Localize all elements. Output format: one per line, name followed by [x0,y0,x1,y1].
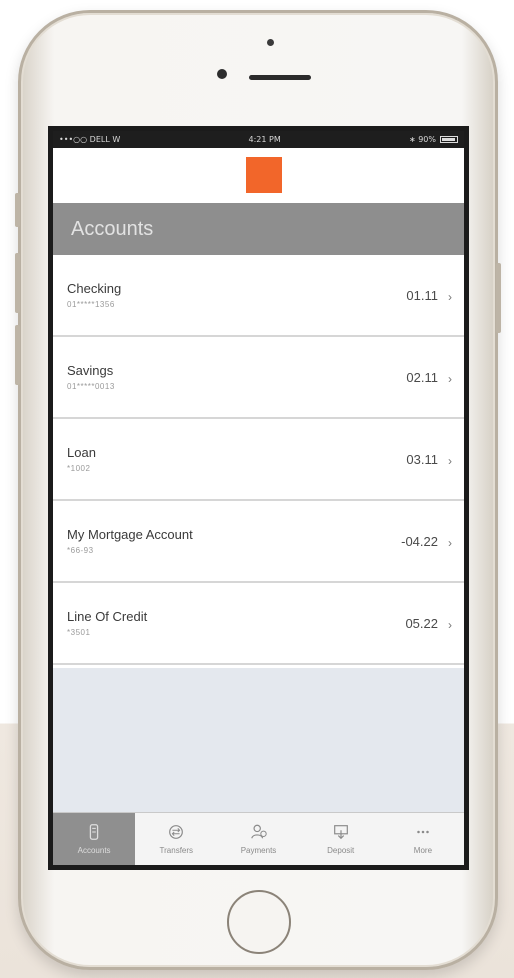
chevron-right-icon: › [448,618,452,632]
battery-icon [439,136,458,143]
accounts-list: Checking 01*****1356 01.11 › Savings 01*… [53,255,464,665]
app-screen: •••○○ DELL W 4:21 PM ∗ 90% Accounts Chec… [53,131,464,865]
account-row-line-of-credit[interactable]: Line Of Credit *3501 05.22 › [53,583,464,665]
account-name: Checking [67,281,122,296]
account-balance: -04.22 [401,533,438,549]
accounts-icon [85,823,103,843]
status-right: ∗ 90% [409,135,458,144]
tab-deposit[interactable]: Deposit [300,813,382,865]
tab-label: Deposit [327,846,355,855]
tab-payments[interactable]: Payments [217,813,299,865]
account-number: 01*****1356 [67,300,115,309]
account-row-savings[interactable]: Savings 01*****0013 02.11 › [53,337,464,419]
account-balance-group: 01.11 › [406,286,452,305]
empty-list-area [53,668,464,813]
chevron-right-icon: › [448,372,452,386]
account-balance: 01.11 [406,287,438,303]
status-time: 4:21 PM [248,135,281,144]
tab-bar: Accounts Transfers Payments Deposit More [53,812,464,865]
transfers-icon [167,823,185,843]
account-number: *1002 [67,464,91,473]
logo-bar [53,148,464,203]
earpiece-speaker [249,75,311,80]
account-balance-group: 03.11 › [406,450,452,469]
payments-icon [250,823,268,843]
account-info: Line Of Credit *3501 [67,609,147,637]
tab-label: More [413,846,433,855]
account-info: Savings 01*****0013 [67,363,115,391]
chevron-right-icon: › [448,290,452,304]
account-row-mortgage[interactable]: My Mortgage Account *66-93 -04.22 › [53,501,464,583]
power-button [496,263,501,333]
tab-more[interactable]: More [382,813,464,865]
carrier-signal: •••○○ DELL W [59,135,121,144]
account-info: My Mortgage Account *66-93 [67,527,193,555]
account-info: Loan *1002 [67,445,96,473]
account-number: *66-93 [67,546,94,555]
account-name: Savings [67,363,114,378]
account-balance: 03.11 [406,451,438,467]
tab-transfers[interactable]: Transfers [135,813,217,865]
account-row-checking[interactable]: Checking 01*****1356 01.11 › [53,255,464,337]
chevron-right-icon: › [448,454,452,468]
account-balance: 05.22 [405,615,438,631]
battery-fill [441,138,455,141]
chevron-right-icon: › [448,536,452,550]
account-name: Loan [67,445,96,460]
more-icon [414,823,432,843]
battery-percent: ∗ 90% [408,135,436,144]
proximity-sensor [267,39,274,46]
phone-screen: •••○○ DELL W 4:21 PM ∗ 90% Accounts Chec… [48,126,469,870]
phone-frame: •••○○ DELL W 4:21 PM ∗ 90% Accounts Chec… [15,10,501,970]
account-balance-group: 02.11 › [406,368,452,387]
account-name: Line Of Credit [67,609,148,624]
status-bar: •••○○ DELL W 4:21 PM ∗ 90% [53,131,464,148]
deposit-icon [332,823,350,843]
account-info: Checking 01*****1356 [67,281,121,309]
front-camera [217,69,227,79]
account-balance-group: -04.22 › [401,532,452,551]
tab-accounts[interactable]: Accounts [53,813,136,865]
status-left: •••○○ DELL W [59,135,120,144]
tab-label: Transfers [159,846,194,855]
tab-label: Accounts [77,846,111,855]
home-button[interactable] [227,890,291,954]
page-title: Accounts [53,203,464,255]
account-name: My Mortgage Account [67,527,193,542]
account-balance: 02.11 [406,369,438,385]
account-number: *3501 [67,628,91,637]
account-row-loan[interactable]: Loan *1002 03.11 › [53,419,464,501]
volume-down-button [15,325,20,385]
brand-logo [246,157,282,193]
mute-switch [15,193,20,227]
volume-up-button [15,253,20,313]
tab-label: Payments [240,846,277,855]
account-balance-group: 05.22 › [405,614,452,633]
account-number: 01*****0013 [67,382,115,391]
